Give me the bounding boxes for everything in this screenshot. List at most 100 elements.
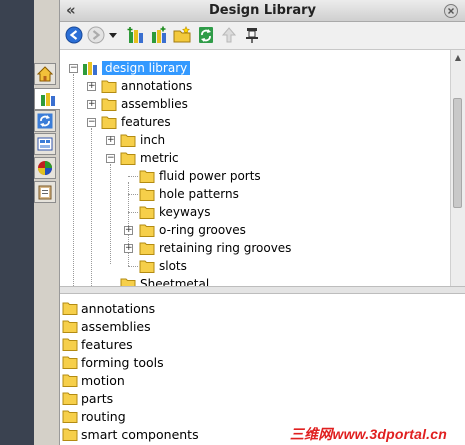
palette-icon: [37, 137, 53, 151]
up-arrow-icon: [221, 27, 237, 43]
new-folder-icon: [173, 26, 191, 43]
tree-node-label: slots: [159, 259, 187, 273]
expand-toggle[interactable]: +: [87, 82, 96, 91]
list-item-label: assemblies: [81, 318, 151, 334]
tree-connector: [128, 212, 138, 213]
tree-node-label: assemblies: [121, 97, 188, 111]
clipboard-icon: [38, 185, 52, 200]
forward-button[interactable]: [87, 26, 105, 44]
tree-node-hole-patterns[interactable]: hole patterns: [139, 185, 239, 203]
tree-root-label: design library: [102, 61, 191, 75]
tree-node-label: Sheetmetal: [140, 277, 210, 286]
tree-node-label: annotations: [121, 79, 193, 93]
expand-toggle[interactable]: +: [87, 100, 96, 109]
create-new-folder-button[interactable]: [173, 26, 191, 44]
tree-node-keyways[interactable]: keyways: [139, 203, 211, 221]
folder-icon: [139, 206, 155, 219]
folder-icon: [62, 428, 78, 441]
list-item-label: parts: [81, 390, 114, 406]
tree-vertical-scrollbar[interactable]: ▲: [450, 50, 465, 286]
tree-node-label: keyways: [159, 205, 211, 219]
expand-toggle[interactable]: −: [69, 64, 78, 73]
open-folder-icon: [101, 116, 117, 129]
forward-arrow-icon: [87, 26, 105, 44]
list-item-motion[interactable]: motion: [62, 371, 125, 389]
back-button[interactable]: [65, 26, 83, 44]
list-item-assemblies[interactable]: assemblies: [62, 317, 151, 335]
task-pane-tab-column: [34, 0, 60, 445]
list-item-routing[interactable]: routing: [62, 407, 126, 425]
view-palette-tab[interactable]: [34, 133, 56, 155]
add-library-icon: [127, 27, 143, 43]
tree-node-slots[interactable]: slots: [139, 257, 187, 275]
tree-node-o-ring-grooves[interactable]: o-ring grooves: [139, 221, 246, 239]
library-books-icon: [83, 62, 97, 75]
tree-node-sheetmetal[interactable]: Sheetmetal: [120, 275, 209, 286]
close-panel-icon[interactable]: [443, 3, 459, 19]
tree-connector: [73, 74, 74, 286]
move-up-button[interactable]: [220, 26, 238, 44]
folder-icon: [62, 392, 78, 405]
expand-toggle[interactable]: −: [106, 154, 115, 163]
list-item-smart-components[interactable]: smart components: [62, 425, 199, 443]
pin-library-button[interactable]: [243, 26, 261, 44]
tree-node-metric[interactable]: metric: [120, 149, 179, 167]
list-item-features[interactable]: features: [62, 335, 133, 353]
dropdown-arrow-icon: [109, 33, 117, 38]
pane-splitter[interactable]: [60, 286, 465, 294]
watermark: 三维网www.3dportal.cn: [289, 426, 447, 442]
folder-icon: [139, 170, 155, 183]
add-existing-folder-button[interactable]: [127, 26, 145, 44]
folder-list-view[interactable]: annotations assemblies features forming …: [60, 294, 465, 445]
tree-node-annotations[interactable]: annotations: [101, 77, 192, 95]
refresh-icon: [199, 27, 213, 43]
folder-icon: [62, 410, 78, 423]
refresh-button[interactable]: [197, 26, 215, 44]
folder-icon: [120, 134, 136, 147]
list-item-forming-tools[interactable]: forming tools: [62, 353, 164, 371]
list-item-annotations[interactable]: annotations: [62, 299, 155, 317]
expand-toggle[interactable]: −: [87, 118, 96, 127]
folder-icon: [62, 338, 78, 351]
library-books-icon: [40, 93, 55, 106]
tree-node-inch[interactable]: inch: [120, 131, 165, 149]
folder-icon: [120, 278, 136, 286]
expand-toggle[interactable]: +: [106, 136, 115, 145]
history-dropdown[interactable]: [108, 26, 118, 44]
pushpin-icon: [246, 28, 258, 43]
folder-icon: [101, 98, 117, 111]
tree-node-label: retaining ring grooves: [159, 241, 292, 255]
design-library-tree[interactable]: − design library + annotations + assembl…: [60, 50, 450, 286]
folder-icon: [62, 356, 78, 369]
scrollbar-thumb[interactable]: [453, 98, 462, 208]
folder-icon: [101, 80, 117, 93]
folder-icon: [62, 320, 78, 333]
back-arrow-icon: [65, 26, 83, 44]
list-item-label: annotations: [81, 300, 156, 316]
expand-toggle[interactable]: +: [124, 244, 133, 253]
list-item-label: forming tools: [81, 354, 164, 370]
tree-node-label: features: [121, 115, 171, 129]
tree-connector: [128, 194, 138, 195]
tree-node-fluid-power-ports[interactable]: fluid power ports: [139, 167, 261, 185]
home-tab[interactable]: [34, 63, 56, 85]
scroll-up-arrow-icon[interactable]: ▲: [451, 50, 465, 64]
tree-node-label: metric: [140, 151, 179, 165]
design-library-tab[interactable]: [34, 88, 60, 110]
tree-node-features[interactable]: features: [101, 113, 171, 131]
tree-node-retaining-ring-grooves[interactable]: retaining ring grooves: [139, 239, 291, 257]
tree-connector: [128, 266, 138, 267]
custom-properties-tab[interactable]: [34, 181, 56, 203]
tree-node-assemblies[interactable]: assemblies: [101, 95, 188, 113]
tree-connector: [91, 128, 92, 286]
list-item-label: features: [81, 336, 133, 352]
panel-title-bar: « Design Library: [60, 0, 465, 22]
appearances-tab[interactable]: [34, 157, 56, 179]
expand-toggle[interactable]: +: [124, 226, 133, 235]
list-item-parts[interactable]: parts: [62, 389, 113, 407]
add-to-library-button[interactable]: [150, 26, 168, 44]
tree-node-label: fluid power ports: [159, 169, 261, 183]
file-explorer-tab[interactable]: [34, 110, 56, 132]
tree-root[interactable]: design library: [82, 59, 191, 77]
tree-node-label: hole patterns: [159, 187, 239, 201]
